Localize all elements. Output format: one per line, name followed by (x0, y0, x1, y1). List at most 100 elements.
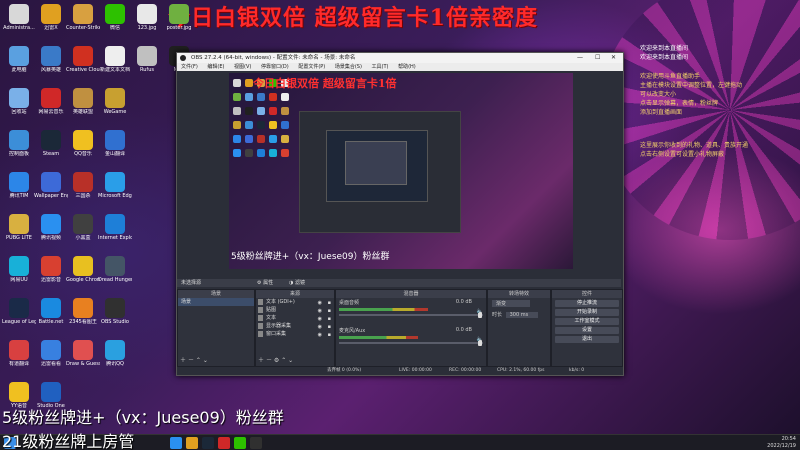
app-icon (41, 214, 61, 234)
desktop-icon[interactable]: Dread Hunger (98, 256, 132, 296)
menu-tools[interactable]: 工具(T) (372, 64, 389, 70)
duration-input[interactable]: 300 ms (505, 312, 538, 318)
taskbar-app-icon[interactable] (202, 437, 214, 449)
source-item[interactable]: 贴图 ◉ ▪ (256, 306, 334, 314)
desktop: 今日白银双倍 超级留言卡1倍亲密度 Administra... 迅雷X Counte… (0, 0, 800, 450)
preview-mini-icon (257, 149, 265, 157)
desktop-icon[interactable]: League of Legends (2, 298, 36, 338)
desktop-icon[interactable]: 迅雷影音 (34, 256, 68, 296)
desktop-icon[interactable]: 网易UU (2, 256, 36, 296)
desktop-icon[interactable]: 2345看图王 (66, 298, 100, 338)
desktop-icon[interactable]: Steam (34, 130, 68, 170)
start-recording-button[interactable]: 开始录制 (555, 309, 619, 316)
desktop-icon[interactable]: 腾讯视频 (34, 214, 68, 254)
desktop-icon[interactable]: 迅雷看看 (34, 340, 68, 380)
dropped-frames: 丢弃帧 0 (0.0%) (327, 368, 362, 373)
desktop-icon[interactable]: Microsoft Edge (98, 172, 132, 212)
desktop-icon[interactable]: Wallpaper Engine (34, 172, 68, 212)
desktop-icon[interactable]: Rufus (130, 46, 164, 86)
desktop-icon[interactable]: 新建文本文档 (98, 46, 132, 86)
app-icon (9, 130, 29, 150)
desktop-icon[interactable]: Google Chrome (66, 256, 100, 296)
system-tray-clock[interactable]: 20:54 2022/12/19 (767, 436, 796, 450)
taskbar-app-icon[interactable] (234, 437, 246, 449)
studio-mode-button[interactable]: 工作室模式 (555, 318, 619, 325)
app-icon (105, 4, 125, 24)
source-item[interactable]: 窗口采集 ◉ ▪ (256, 330, 334, 338)
desktop-icon[interactable]: 小黑盒 (66, 214, 100, 254)
desktop-icon[interactable]: 风暴英雄 (34, 46, 68, 86)
volume-slider[interactable] (339, 340, 483, 346)
desktop-icon[interactable]: 英雄联盟 (66, 88, 100, 128)
menu-edit[interactable]: 编辑(E) (207, 64, 224, 70)
desktop-icon[interactable]: 回收站 (2, 88, 36, 128)
desktop-icon[interactable]: Counter-Strike... (66, 4, 100, 44)
desktop-icon[interactable]: 三国杀 (66, 172, 100, 212)
settings-button[interactable]: 设置 (555, 327, 619, 334)
add-scene-icon[interactable]: ＋ (180, 357, 186, 364)
speaker-icon[interactable]: 🔈 (477, 308, 483, 314)
desktop-icon-label: Administra... (3, 25, 35, 31)
speaker-icon[interactable]: 🔈 (477, 336, 483, 342)
move-down-icon[interactable]: ⌄ (203, 357, 208, 364)
add-source-icon[interactable]: ＋ (258, 357, 264, 364)
desktop-icon[interactable]: Creative Cloud (66, 46, 100, 86)
exit-button[interactable]: 退出 (555, 336, 619, 343)
menu-scene-collection[interactable]: 场景集合(S) (335, 64, 362, 70)
desktop-icon[interactable]: 有道翻译 (2, 340, 36, 380)
source-item[interactable]: 文本 (GDI+) ◉ ▪ (256, 298, 334, 306)
preview-mini-icon (281, 135, 289, 143)
menu-help[interactable]: 帮助(H) (398, 64, 416, 70)
obs-window[interactable]: OBS 27.2.4 (64-bit, windows) - 配置文件: 未命名… (176, 52, 624, 376)
remove-scene-icon[interactable]: － (188, 357, 194, 364)
desktop-icon[interactable]: 微信 (98, 4, 132, 44)
stop-streaming-button[interactable]: 停止推流 (555, 300, 619, 307)
taskbar-app-icon[interactable] (218, 437, 230, 449)
desktop-icon[interactable]: 腾讯TIM (2, 172, 36, 212)
desktop-icon[interactable]: 123.jpg (130, 4, 164, 44)
desktop-icon[interactable]: 控制面板 (2, 130, 36, 170)
desktop-icon[interactable]: OBS Studio (98, 298, 132, 338)
no-source-label: 未选择源 (181, 280, 202, 286)
move-down-icon[interactable]: ⌄ (288, 357, 293, 364)
close-icon[interactable]: ✕ (611, 53, 616, 63)
desktop-icon[interactable]: QQ音乐 (66, 130, 100, 170)
obs-preview[interactable]: 今日白银双倍 超级留言卡1倍 5级粉丝牌进+（vx：Juese09）粉丝群 (229, 73, 573, 269)
taskbar-app-icon[interactable] (186, 437, 198, 449)
desktop-icon[interactable]: 金山翻译 (98, 130, 132, 170)
menu-profile[interactable]: 配置文件(P) (298, 64, 325, 70)
remove-source-icon[interactable]: － (266, 357, 272, 364)
menu-file[interactable]: 文件(F) (181, 64, 198, 70)
taskbar-app-icon[interactable] (250, 437, 262, 449)
volume-slider[interactable] (339, 312, 483, 318)
gear-icon[interactable]: ⚙ (274, 357, 279, 364)
minimize-icon[interactable]: — (577, 53, 583, 63)
desktop-icon[interactable]: 腾讯QQ (98, 340, 132, 380)
properties-button[interactable]: ⚙ 属性 (257, 279, 273, 287)
lock-icon[interactable]: ▪ (328, 331, 331, 339)
scene-item[interactable]: 场景 (178, 298, 254, 306)
desktop-icon[interactable]: Administra... (2, 4, 36, 44)
move-up-icon[interactable]: ⌃ (196, 357, 201, 364)
menu-view[interactable]: 视图(V) (234, 64, 251, 70)
obs-titlebar[interactable]: OBS 27.2.4 (64-bit, windows) - 配置文件: 未命名… (177, 53, 623, 63)
desktop-icon[interactable]: 网易云音乐 (34, 88, 68, 128)
desktop-icon[interactable]: PUBG LITE (2, 214, 36, 254)
menu-docks[interactable]: 停靠窗口(D) (261, 64, 289, 70)
transition-select[interactable]: 渐变 (492, 300, 530, 307)
eye-icon[interactable]: ◉ (318, 331, 322, 339)
source-item[interactable]: 显示器采集 ◉ ▪ (256, 322, 334, 330)
obs-menubar: 文件(F) 编辑(E) 视图(V) 停靠窗口(D) 配置文件(P) 场景集合(S… (177, 63, 623, 71)
desktop-icon[interactable]: Draw & Guess (66, 340, 100, 380)
desktop-icon[interactable]: WeGame (98, 88, 132, 128)
desktop-icon[interactable]: 此电脑 (2, 46, 36, 86)
filters-button[interactable]: ◑ 滤镜 (289, 279, 305, 287)
source-item[interactable]: 文本 ◉ ▪ (256, 314, 334, 322)
desktop-icon[interactable]: 迅雷X (34, 4, 68, 44)
desktop-icon[interactable]: poster.jpg (162, 4, 196, 44)
taskbar-app-icon[interactable] (170, 437, 182, 449)
desktop-icon[interactable]: Internet Explorer (98, 214, 132, 254)
desktop-icon[interactable]: Battle.net (34, 298, 68, 338)
move-up-icon[interactable]: ⌃ (281, 357, 286, 364)
maximize-icon[interactable]: ☐ (595, 53, 600, 63)
